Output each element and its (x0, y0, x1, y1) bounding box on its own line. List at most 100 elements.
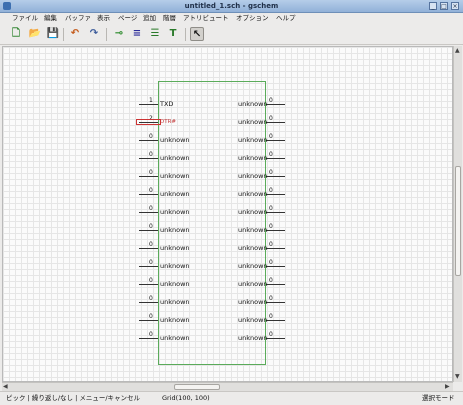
right-pin-number: 0 (269, 115, 273, 122)
right-pin-number: 0 (269, 151, 273, 158)
left-pin-line[interactable] (139, 302, 158, 303)
left-pin-line[interactable] (139, 140, 158, 141)
vertical-scrollbar[interactable]: ▲ ▼ (453, 46, 462, 382)
undo-icon: ↶ (70, 28, 80, 39)
left-pin-number: 0 (149, 187, 153, 194)
add-net-icon: ≡ (132, 28, 142, 39)
right-pin-line[interactable] (266, 230, 285, 231)
menu-view[interactable]: 表示 (97, 13, 110, 24)
right-pin-number: 0 (269, 97, 273, 104)
title-bar[interactable]: untitled_1.sch - gschem _ □ × (0, 0, 463, 13)
redo-button[interactable]: ↷ (87, 27, 101, 41)
right-pin-line[interactable] (266, 122, 285, 123)
left-pin-label: unknown (160, 262, 190, 270)
left-pin-label: unknown (160, 298, 190, 306)
right-pin-number: 0 (269, 331, 273, 338)
menu-edit[interactable]: 編集 (44, 13, 57, 24)
left-pin-label: unknown (160, 172, 190, 180)
right-pin-label: unknown (238, 316, 268, 324)
close-button[interactable]: × (451, 2, 459, 10)
right-pin-number: 0 (269, 187, 273, 194)
left-pin-line[interactable] (139, 230, 158, 231)
right-pin-number: 0 (269, 295, 273, 302)
mode-status: 選択モード (422, 394, 455, 402)
right-pin-number: 0 (269, 241, 273, 248)
menu-page[interactable]: ページ (118, 13, 137, 24)
left-pin-number: 0 (149, 205, 153, 212)
add-net-button[interactable]: ≡ (130, 27, 144, 41)
menu-bar: ファイル 編集 バッファ 表示 ページ 追加 階層 アトリビュート オプション … (0, 13, 463, 24)
horizontal-scrollbar[interactable]: ◀ ▶ (2, 382, 453, 391)
undo-button[interactable]: ↶ (68, 27, 82, 41)
app-window: untitled_1.sch - gschem _ □ × ファイル 編集 バッ… (0, 0, 463, 405)
right-pin-line[interactable] (266, 158, 285, 159)
minimize-button[interactable]: _ (429, 2, 437, 10)
menu-file[interactable]: ファイル (12, 13, 38, 24)
add-bus-button[interactable]: ☰ (148, 27, 162, 41)
window-title: untitled_1.sch - gschem (184, 2, 279, 10)
right-pin-line[interactable] (266, 320, 285, 321)
add-component-button[interactable]: ⊸ (112, 27, 126, 41)
left-pin-line[interactable] (139, 176, 158, 177)
scroll-left-icon[interactable]: ◀ (3, 383, 8, 390)
horizontal-scroll-thumb[interactable] (174, 384, 220, 390)
menu-help[interactable]: ヘルプ (276, 13, 296, 24)
schematic-canvas[interactable]: 1 TXD 2 DTR# 0 unknown 0 unknown 0 unknown 0 unknow… (2, 46, 453, 382)
left-pin-number: 0 (149, 259, 153, 266)
select-icon: ↖ (192, 29, 202, 40)
add-bus-icon: ☰ (150, 28, 160, 39)
left-pin-line[interactable] (139, 212, 158, 213)
toolbar-separator (106, 28, 107, 41)
right-pin-line[interactable] (266, 194, 285, 195)
right-pin-line[interactable] (266, 302, 285, 303)
open-icon: 📂 (28, 28, 42, 39)
left-pin-line[interactable] (139, 158, 158, 159)
left-pin-label: unknown (160, 280, 190, 288)
right-pin-line[interactable] (266, 266, 285, 267)
menu-attributes[interactable]: アトリビュート (183, 13, 229, 24)
left-pin-label: unknown (160, 316, 190, 324)
right-pin-label: unknown (238, 172, 268, 180)
left-pin-line[interactable] (139, 284, 158, 285)
open-button[interactable]: 📂 (28, 27, 42, 41)
right-pin-line[interactable] (266, 104, 285, 105)
right-pin-line[interactable] (266, 140, 285, 141)
left-pin-line[interactable] (139, 338, 158, 339)
left-pin-number: 0 (149, 169, 153, 176)
left-pin-number: 0 (149, 313, 153, 320)
selected-pin-box[interactable] (136, 119, 161, 125)
new-button[interactable]: 🗋 (9, 27, 23, 41)
left-pin-line[interactable] (139, 320, 158, 321)
left-pin-line[interactable] (139, 248, 158, 249)
add-component-icon: ⊸ (114, 28, 124, 39)
vertical-scroll-thumb[interactable] (455, 166, 461, 276)
left-pin-line[interactable] (139, 194, 158, 195)
right-pin-line[interactable] (266, 176, 285, 177)
right-pin-label: unknown (238, 244, 268, 252)
right-pin-line[interactable] (266, 284, 285, 285)
left-pin-number: 0 (149, 295, 153, 302)
left-pin-line[interactable] (139, 104, 158, 105)
right-pin-label: unknown (238, 136, 268, 144)
left-pin-label: unknown (160, 136, 190, 144)
scroll-down-icon[interactable]: ▼ (455, 373, 460, 380)
right-pin-number: 0 (269, 133, 273, 140)
menu-hierarchy[interactable]: 階層 (163, 13, 176, 24)
scroll-up-icon[interactable]: ▲ (455, 47, 460, 54)
right-pin-line[interactable] (266, 338, 285, 339)
select-button[interactable]: ↖ (190, 27, 204, 41)
right-pin-label: unknown (238, 100, 268, 108)
scroll-right-icon[interactable]: ▶ (445, 383, 450, 390)
left-pin-line[interactable] (139, 266, 158, 267)
right-pin-line[interactable] (266, 248, 285, 249)
right-pin-line[interactable] (266, 212, 285, 213)
maximize-button[interactable]: □ (440, 2, 448, 10)
add-text-button[interactable]: T (166, 27, 180, 41)
menu-buffer[interactable]: バッファ (65, 13, 91, 24)
save-button[interactable]: 💾 (46, 27, 60, 41)
menu-options[interactable]: オプション (236, 13, 269, 24)
status-bar: ピック | 繰り返し/なし | メニュー/キャンセル Grid(100, 100… (0, 391, 463, 405)
menu-add[interactable]: 追加 (143, 13, 156, 24)
toolbar: 🗋 📂 💾 ↶ ↷ ⊸ ≡ ☰ T ↖ (0, 25, 463, 45)
left-pin-number: 0 (149, 223, 153, 230)
